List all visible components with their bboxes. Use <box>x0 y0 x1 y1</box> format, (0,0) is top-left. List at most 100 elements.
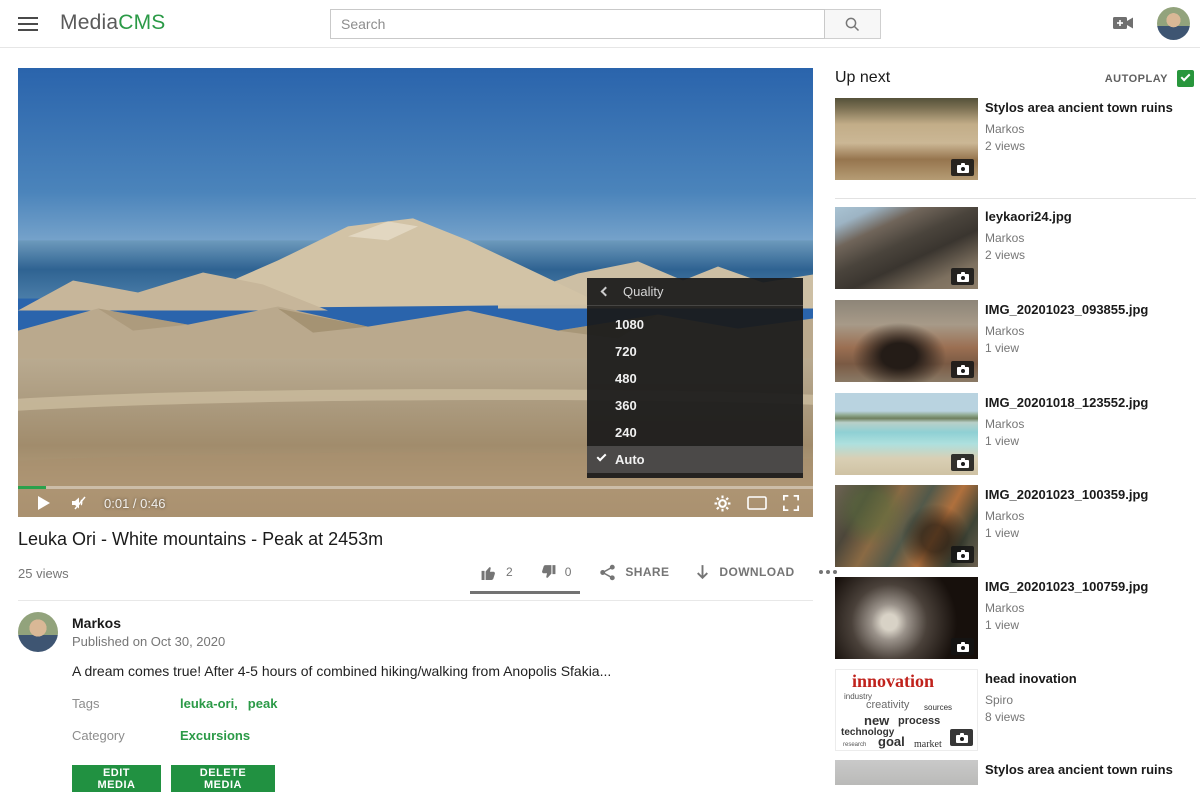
menu-icon[interactable] <box>18 17 38 31</box>
quality-option-720[interactable]: 720 <box>587 338 803 365</box>
fullscreen-button[interactable] <box>783 495 799 511</box>
video-title[interactable]: leykaori24.jpg <box>985 209 1193 225</box>
video-views: 1 view <box>985 341 1193 355</box>
list-item[interactable]: IMG_20201018_123552.jpg Markos 1 view <box>835 393 1196 475</box>
video-views: 1 view <box>985 434 1193 448</box>
list-item[interactable]: Stylos area ancient town ruins <box>835 760 1196 785</box>
video-camera-plus-icon <box>1112 14 1136 32</box>
video-thumbnail[interactable] <box>835 300 978 382</box>
video-title[interactable]: head inovation <box>985 671 1193 687</box>
wordcloud-word: innovation <box>852 671 934 692</box>
video-title[interactable]: IMG_20201023_100759.jpg <box>985 579 1193 595</box>
camera-icon <box>951 268 974 285</box>
quality-menu: Quality 1080 720 480 360 240 Auto <box>587 278 803 478</box>
player-controls: 0:01 / 0:46 <box>18 489 813 517</box>
up-next-sidebar: Up next AUTOPLAY Stylos area ancient tow… <box>835 62 1196 785</box>
video-title[interactable]: IMG_20201023_093855.jpg <box>985 302 1193 318</box>
view-count: 25 views <box>18 566 69 581</box>
quality-option-auto[interactable]: Auto <box>587 446 803 473</box>
share-label: SHARE <box>625 565 669 579</box>
list-item[interactable]: IMG_20201023_100759.jpg Markos 1 view <box>835 577 1196 659</box>
quality-menu-back[interactable]: Quality <box>587 278 803 306</box>
theater-mode-button[interactable] <box>747 496 767 510</box>
edit-media-button[interactable]: EDIT MEDIA <box>72 765 161 792</box>
divider <box>18 600 813 601</box>
video-thumbnail[interactable] <box>835 98 978 180</box>
list-item[interactable]: innovation industry creativity new proce… <box>835 669 1196 751</box>
play-button[interactable] <box>38 496 50 510</box>
wordcloud-word: new <box>864 713 889 728</box>
thumbs-up-icon <box>480 564 498 581</box>
list-item[interactable]: Stylos area ancient town ruins Markos 2 … <box>835 98 1196 180</box>
video-author: Markos <box>985 122 1193 136</box>
quality-option-480[interactable]: 480 <box>587 365 803 392</box>
camera-icon <box>951 546 974 563</box>
search-icon <box>844 16 861 33</box>
tag-link-peak[interactable]: peak <box>248 696 278 711</box>
search-button[interactable] <box>825 9 881 39</box>
list-item[interactable]: IMG_20201023_093855.jpg Markos 1 view <box>835 300 1196 382</box>
video-title[interactable]: Stylos area ancient town ruins <box>985 100 1193 116</box>
video-title[interactable]: IMG_20201018_123552.jpg <box>985 395 1193 411</box>
up-next-title: Up next <box>835 69 890 87</box>
logo-media: Media <box>60 11 118 34</box>
download-icon <box>695 564 710 581</box>
category-link[interactable]: Excursions <box>180 728 250 743</box>
video-thumbnail[interactable] <box>835 207 978 289</box>
delete-media-button[interactable]: DELETE MEDIA <box>171 765 275 792</box>
quality-option-240[interactable]: 240 <box>587 419 803 446</box>
video-author: Markos <box>985 231 1193 245</box>
video-player[interactable]: Quality 1080 720 480 360 240 Auto <box>18 68 813 517</box>
time-display: 0:01 / 0:46 <box>104 496 165 511</box>
video-thumbnail[interactable] <box>835 577 978 659</box>
top-bar: MediaCMS <box>0 0 1200 48</box>
video-title[interactable]: Stylos area ancient town ruins <box>985 762 1193 778</box>
author-name[interactable]: Markos <box>72 615 121 631</box>
search-bar <box>330 9 881 39</box>
play-icon <box>38 496 50 510</box>
quality-menu-title: Quality <box>623 284 663 299</box>
wordcloud-word: sources <box>924 703 952 712</box>
download-label: DOWNLOAD <box>719 565 794 579</box>
author-avatar[interactable] <box>18 612 58 652</box>
sidebar-divider <box>835 198 1196 199</box>
list-item[interactable]: leykaori24.jpg Markos 2 views <box>835 207 1196 289</box>
video-thumbnail[interactable] <box>835 760 978 785</box>
video-views: 2 views <box>985 139 1193 153</box>
video-thumbnail[interactable] <box>835 485 978 567</box>
wordcloud-word: goal <box>878 734 905 749</box>
logo-cms: CMS <box>118 11 165 34</box>
video-author: Markos <box>985 601 1193 615</box>
mute-button[interactable] <box>70 495 88 511</box>
check-icon <box>1181 72 1191 82</box>
upload-media-button[interactable] <box>1112 14 1136 32</box>
wordcloud-word: market <box>914 739 942 750</box>
like-button[interactable]: 2 <box>480 564 513 581</box>
tag-link-leuka-ori[interactable]: leuka-ori, <box>180 696 238 711</box>
tags-label: Tags <box>72 696 99 711</box>
category-label: Category <box>72 728 125 743</box>
like-count: 2 <box>506 565 513 579</box>
user-avatar[interactable] <box>1157 7 1190 40</box>
dislike-count: 0 <box>565 565 572 579</box>
dislike-button[interactable]: 0 <box>539 564 572 581</box>
video-views: 8 views <box>985 710 1193 724</box>
camera-icon <box>950 729 973 746</box>
video-thumbnail-wordcloud[interactable]: innovation industry creativity new proce… <box>835 669 978 751</box>
download-button[interactable]: DOWNLOAD <box>695 564 794 581</box>
video-thumbnail[interactable] <box>835 393 978 475</box>
quality-option-360[interactable]: 360 <box>587 392 803 419</box>
app-logo[interactable]: MediaCMS <box>60 11 165 35</box>
autoplay-checkbox[interactable] <box>1177 70 1194 87</box>
video-title[interactable]: IMG_20201023_100359.jpg <box>985 487 1193 503</box>
list-item[interactable]: IMG_20201023_100359.jpg Markos 1 view <box>835 485 1196 567</box>
settings-button[interactable] <box>714 495 731 512</box>
camera-icon <box>951 361 974 378</box>
share-button[interactable]: SHARE <box>599 564 669 581</box>
gear-icon <box>714 495 731 512</box>
theater-mode-icon <box>747 496 767 510</box>
more-options-button[interactable] <box>819 570 837 574</box>
quality-option-1080[interactable]: 1080 <box>587 311 803 338</box>
search-input[interactable] <box>330 9 825 39</box>
share-icon <box>599 564 616 581</box>
